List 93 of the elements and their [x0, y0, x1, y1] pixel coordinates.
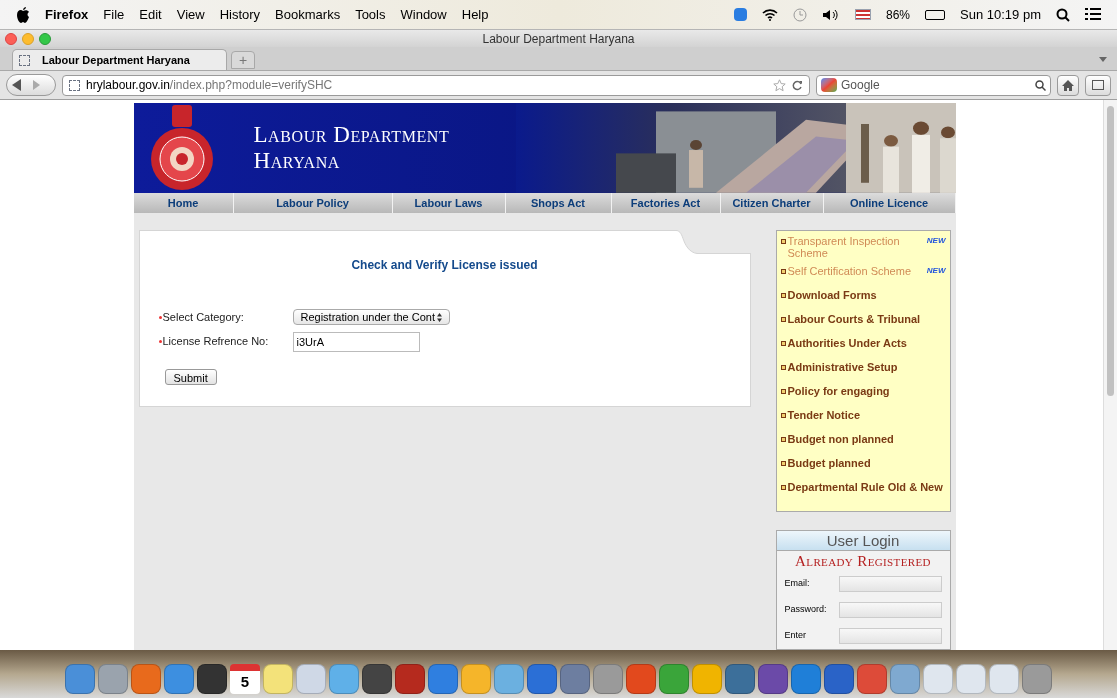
bullet-icon	[780, 461, 786, 466]
site-title: Labour Department Haryana	[253, 121, 450, 174]
nav-link[interactable]: Labour Policy	[233, 192, 393, 213]
login-subtitle: Already Registered	[794, 552, 932, 571]
search-icon[interactable]	[1035, 79, 1046, 91]
menu-item[interactable]: Firefox	[45, 4, 89, 25]
login-field[interactable]	[839, 576, 942, 592]
forward-icon[interactable]	[31, 80, 41, 90]
sidebar-link[interactable]: Authorities Under Acts	[787, 337, 946, 349]
list-icon[interactable]	[1085, 8, 1101, 21]
app-icon[interactable]	[527, 664, 557, 694]
nav-link[interactable]: Shops Act	[505, 192, 612, 213]
app-icon[interactable]	[362, 664, 392, 694]
calendar-icon[interactable]: 5	[230, 664, 260, 694]
bullet-icon	[780, 365, 786, 370]
menu-item[interactable]: Help	[461, 4, 489, 25]
bullet-icon	[780, 269, 786, 274]
login-field[interactable]	[839, 628, 942, 644]
sidebar-link[interactable]: Administrative Setup	[787, 361, 946, 373]
license-number-field[interactable]: i3UrA	[292, 331, 420, 352]
search-icon[interactable]	[1056, 7, 1070, 22]
browser-tab[interactable]: Labour Department Haryana	[12, 49, 227, 70]
menu-item[interactable]: Tools	[355, 4, 386, 25]
page-icon	[69, 79, 80, 91]
bullet-icon	[780, 389, 786, 394]
login-label: Password:	[784, 603, 828, 617]
clock-icon[interactable]	[793, 7, 807, 22]
menu-item[interactable]: View	[176, 4, 205, 25]
new-label: NEW	[926, 235, 946, 247]
app-icon[interactable]	[725, 664, 755, 694]
search-bar[interactable]: Google	[816, 74, 1051, 96]
tab-list-icon[interactable]	[1099, 57, 1107, 62]
volume-icon[interactable]	[822, 8, 840, 21]
bullet-icon	[780, 341, 786, 346]
nav-link[interactable]: Online Licence	[823, 192, 956, 213]
login-label: Email:	[784, 577, 811, 591]
menu-item[interactable]: Window	[400, 4, 447, 25]
app-icon[interactable]	[395, 664, 425, 694]
wifi-icon[interactable]	[762, 8, 778, 21]
login-title: User Login	[776, 531, 950, 551]
form-title: Check and Verify License issued	[350, 257, 539, 274]
bullet-icon	[780, 413, 786, 418]
address-bar[interactable]: hrylabour.gov.in/index.php?module=verifySHC	[62, 74, 810, 96]
menu-item[interactable]: Bookmarks	[275, 4, 341, 25]
updown-icon	[436, 312, 442, 322]
sidebar-link[interactable]: Policy for engaging	[787, 385, 946, 397]
clock[interactable]: Sun 10:19 pm	[960, 4, 1041, 25]
nav-link[interactable]: Factories Act	[611, 192, 721, 213]
menu-item[interactable]: File	[103, 4, 125, 25]
url-text: hrylabour.gov.in/index.php?module=verifySHC	[86, 77, 333, 94]
field-label: License Refrence No:	[162, 334, 269, 350]
sidebar-link[interactable]: Departmental Rule Old & New	[787, 481, 946, 493]
toolbar-menu-button[interactable]	[1085, 74, 1111, 96]
login-label: Enter	[784, 629, 807, 643]
new-label: NEW	[926, 265, 946, 277]
bullet-icon	[780, 293, 786, 298]
sidebar-link[interactable]: Tender Notice	[787, 409, 946, 421]
menu-item[interactable]: History	[219, 4, 261, 25]
sidebar-link[interactable]: Budget planned	[787, 457, 946, 469]
page-icon	[19, 54, 30, 66]
minimize-button[interactable]	[22, 33, 34, 45]
app-icon[interactable]	[824, 664, 854, 694]
reload-icon[interactable]	[792, 79, 803, 91]
search-input[interactable]: Google	[841, 76, 1031, 94]
app-icon[interactable]	[758, 664, 788, 694]
sidebar-link[interactable]: Budget non planned	[787, 433, 946, 445]
apple-icon[interactable]	[16, 6, 30, 23]
battery-percent[interactable]: 86%	[886, 5, 911, 24]
sidebar-link[interactable]: Labour Courts & Tribunal	[787, 313, 946, 325]
field-label: Select Category:	[162, 310, 244, 325]
close-button[interactable]	[5, 33, 17, 45]
nav-link[interactable]: Labour Laws	[392, 192, 506, 213]
zoom-button[interactable]	[39, 33, 51, 45]
flag-icon[interactable]	[855, 9, 871, 20]
nav-link[interactable]: Home	[133, 192, 234, 213]
app-icon[interactable]	[197, 664, 227, 694]
login-field[interactable]	[839, 602, 942, 618]
bullet-icon	[780, 317, 786, 322]
window-title: Labour Department Haryana	[482, 30, 635, 48]
bullet-icon	[780, 239, 786, 244]
sidebar-link[interactable]: Download Forms	[787, 289, 946, 301]
home-icon	[1062, 79, 1074, 91]
home-button[interactable]	[1057, 74, 1079, 96]
submit-button[interactable]: Submit	[164, 368, 217, 385]
bullet-icon	[780, 485, 786, 490]
menu-item[interactable]: Edit	[139, 4, 162, 25]
bookmark-star-icon[interactable]	[773, 78, 786, 92]
bullet-icon	[780, 437, 786, 442]
back-forward-buttons[interactable]	[6, 74, 56, 96]
category-select[interactable]: Registration under the Cont	[292, 309, 450, 326]
scrollbar[interactable]	[1103, 100, 1117, 650]
battery-icon[interactable]	[925, 9, 946, 20]
nav-link[interactable]: Citizen Charter	[720, 192, 824, 213]
